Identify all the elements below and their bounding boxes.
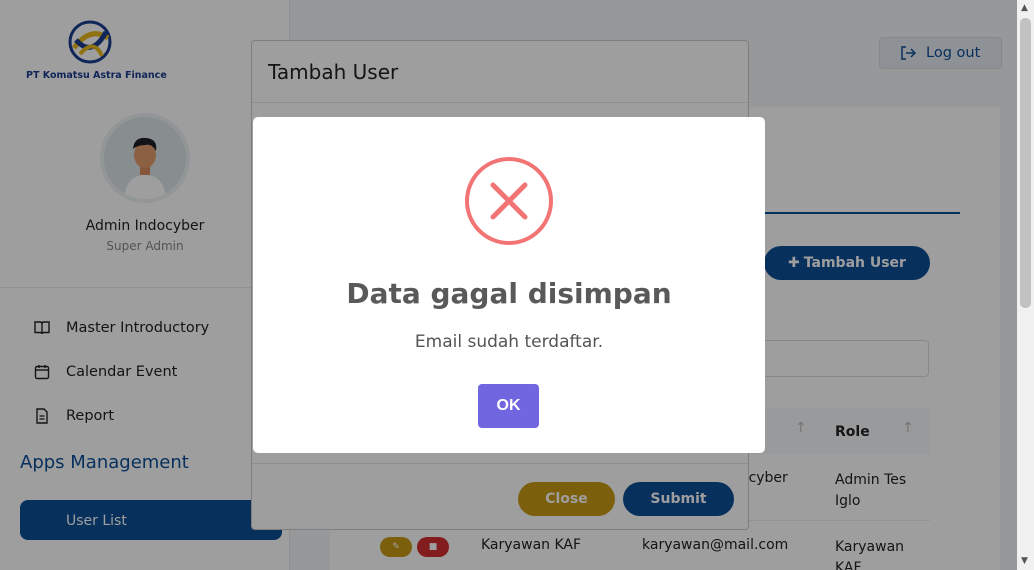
alert-title: Data gagal disimpan [346, 277, 672, 310]
ok-button[interactable]: OK [478, 384, 539, 428]
error-x-icon [465, 157, 553, 245]
alert-message: Email sudah terdaftar. [414, 332, 604, 352]
error-alert-dialog: Data gagal disimpan Email sudah terdafta… [253, 117, 765, 453]
scroll-down-arrow-icon[interactable]: ▼ [1021, 556, 1028, 566]
scroll-up-arrow-icon[interactable]: ▲ [1021, 3, 1028, 13]
scrollbar-thumb[interactable] [1020, 18, 1031, 308]
